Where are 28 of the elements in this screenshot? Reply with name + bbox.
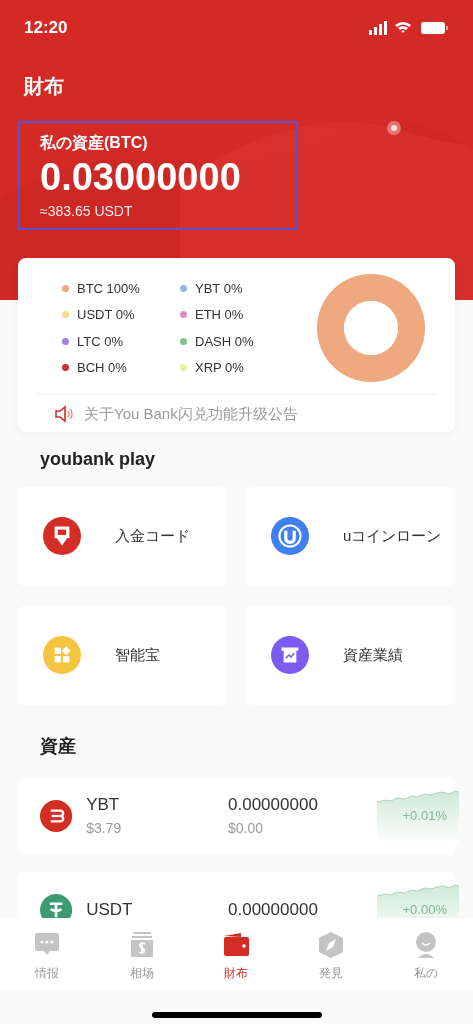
balance-amount: 0.03000000: [40, 155, 242, 200]
feature-tile[interactable]: 資産業績: [246, 605, 455, 705]
section-title: youbank play: [40, 447, 157, 471]
tab-item[interactable]: 財布: [201, 930, 272, 990]
balance-label: 私の資産(BTC): [40, 133, 149, 153]
section-title: 資産: [40, 734, 77, 758]
page-title: 財布: [24, 74, 65, 99]
coin-symbol: YBT: [86, 794, 121, 817]
legend-label: XRP 0%: [195, 359, 244, 377]
feature-tile[interactable]: 入金コード: [18, 486, 227, 586]
speaker-icon: [54, 405, 74, 424]
legend-label: LTC 0%: [77, 332, 123, 351]
legend-label: BTC 100%: [77, 279, 140, 298]
coin-icon: [40, 798, 73, 833]
legend-label: ETH 0%: [195, 306, 244, 324]
coin-symbol: USDT: [86, 898, 134, 918]
balance-usdt: ≈383.65 USDT: [40, 201, 134, 221]
coin-amount: 0.00000000: [228, 794, 319, 817]
legend-label: BCH 0%: [77, 359, 127, 377]
coin-amount: 0.00000000: [228, 898, 319, 918]
legend-label: USDT 0%: [77, 306, 135, 324]
feature-tile[interactable]: uコインローン: [246, 486, 455, 586]
feature-tile[interactable]: 智能宝: [18, 605, 227, 705]
legend-label: DASH 0%: [195, 332, 254, 351]
legend-label: YBT 0%: [195, 279, 243, 298]
coin-price: $3.79: [86, 818, 123, 838]
holding-value: $0.00: [228, 818, 265, 838]
status-time: 12:20: [24, 16, 68, 39]
